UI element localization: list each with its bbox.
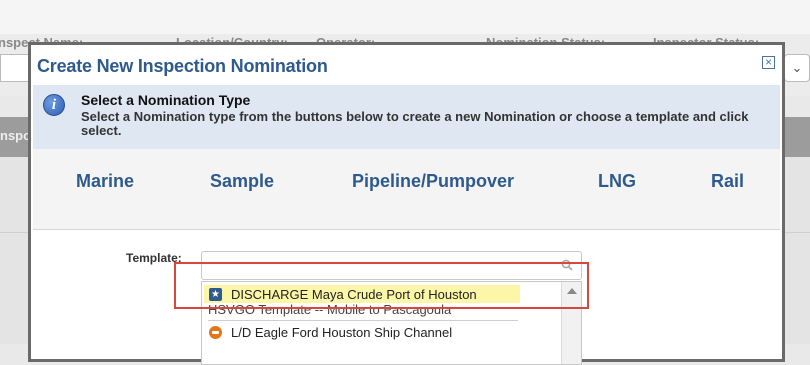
type-sample-button[interactable]: Sample	[210, 171, 274, 192]
list-item[interactable]: L/D Eagle Ford Houston Ship Channel	[202, 322, 562, 342]
star-icon: ★	[209, 288, 222, 301]
nomination-type-bar: Marine Sample Pipeline/Pumpover LNG Rail	[33, 149, 780, 230]
scroll-up-icon[interactable]	[567, 288, 577, 294]
scrollbar[interactable]	[561, 282, 581, 364]
type-rail-button[interactable]: Rail	[711, 171, 744, 192]
template-label: Template:	[126, 251, 182, 265]
inspector-status-select[interactable]: ⌄	[784, 54, 810, 82]
results-header-text: nspo	[0, 128, 32, 143]
list-item-label: DISCHARGE Maya Crude Port of Houston	[231, 287, 477, 302]
type-marine-button[interactable]: Marine	[76, 171, 134, 192]
info-icon: i	[43, 94, 65, 116]
divider	[208, 320, 518, 321]
list-item[interactable]: HSVGO Template -- Mobile to Pascagoula	[202, 302, 562, 323]
filter-input[interactable]	[0, 54, 30, 82]
info-panel: i Select a Nomination Type Select a Nomi…	[33, 85, 780, 150]
list-item-label: HSVGO Template -- Mobile to Pascagoula	[208, 302, 452, 317]
template-list[interactable]: ★ DISCHARGE Maya Crude Port of Houston H…	[201, 281, 582, 365]
type-pipeline-button[interactable]: Pipeline/Pumpover	[352, 171, 514, 192]
list-item[interactable]: ★ DISCHARGE Maya Crude Port of Houston	[202, 284, 562, 304]
page-header	[0, 0, 810, 34]
info-description: Select a Nomination type from the button…	[81, 109, 749, 138]
list-item-label: L/D Eagle Ford Houston Ship Channel	[231, 325, 453, 340]
dialog-title: Create New Inspection Nomination	[37, 56, 328, 76]
close-button[interactable]: ×	[762, 56, 775, 69]
template-input[interactable]	[201, 251, 582, 280]
info-heading: Select a Nomination Type	[81, 92, 251, 108]
type-lng-button[interactable]: LNG	[598, 171, 636, 192]
search-icon	[561, 259, 573, 271]
nomination-dialog: Create New Inspection Nomination × i Sel…	[28, 42, 785, 365]
dialog-titlebar: Create New Inspection Nomination ×	[31, 45, 782, 85]
close-icon: ×	[764, 55, 772, 69]
pipeline-icon	[209, 326, 222, 339]
